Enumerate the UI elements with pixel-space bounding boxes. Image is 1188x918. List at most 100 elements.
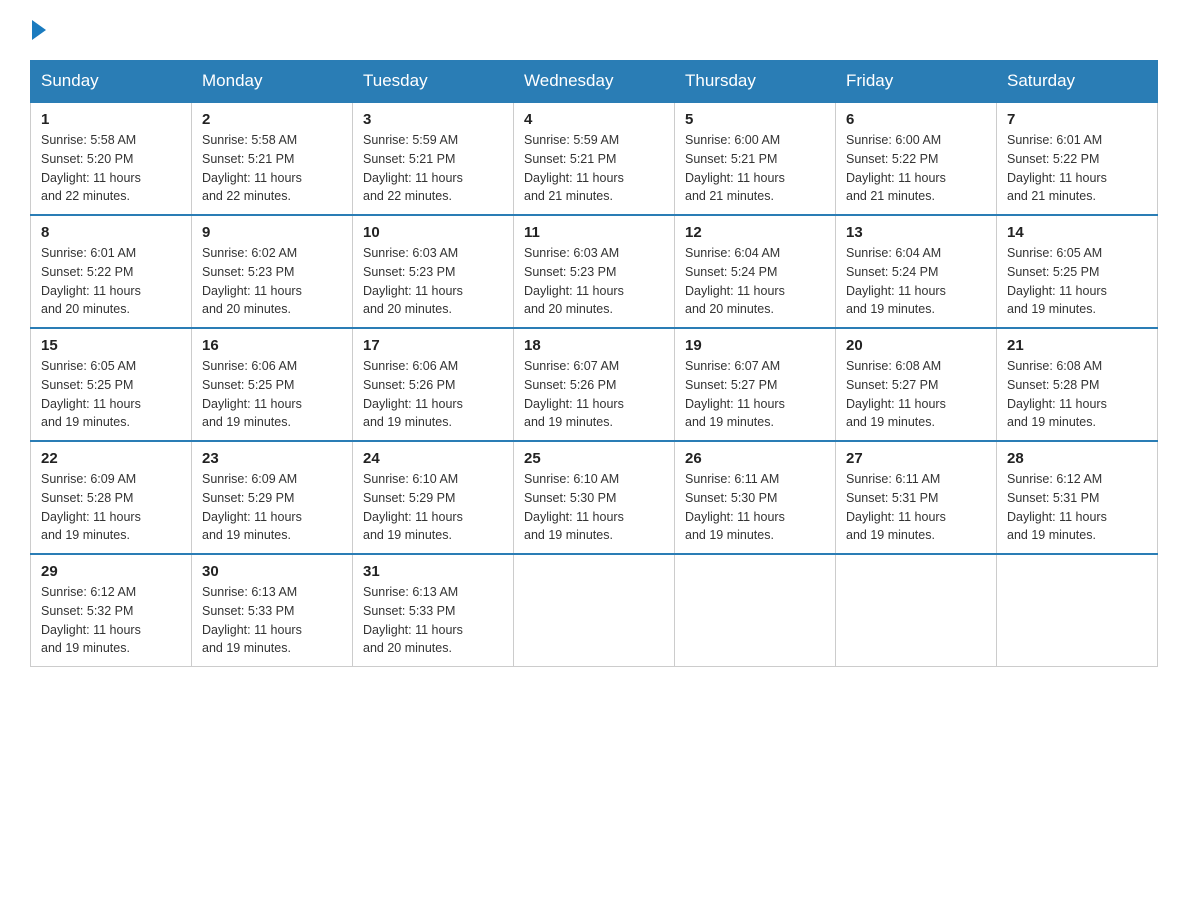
day-number: 16 bbox=[202, 337, 342, 354]
calendar-cell: 9 Sunrise: 6:02 AM Sunset: 5:23 PM Dayli… bbox=[192, 215, 353, 328]
calendar-cell: 1 Sunrise: 5:58 AM Sunset: 5:20 PM Dayli… bbox=[31, 102, 192, 215]
day-number: 10 bbox=[363, 224, 503, 241]
page-header bbox=[30, 20, 1158, 40]
day-number: 23 bbox=[202, 450, 342, 467]
day-info: Sunrise: 6:09 AM Sunset: 5:28 PM Dayligh… bbox=[41, 470, 181, 545]
day-info: Sunrise: 5:58 AM Sunset: 5:21 PM Dayligh… bbox=[202, 131, 342, 206]
day-info: Sunrise: 6:02 AM Sunset: 5:23 PM Dayligh… bbox=[202, 244, 342, 319]
day-number: 30 bbox=[202, 563, 342, 580]
calendar-cell bbox=[836, 554, 997, 667]
day-info: Sunrise: 6:13 AM Sunset: 5:33 PM Dayligh… bbox=[363, 583, 503, 658]
calendar-cell: 16 Sunrise: 6:06 AM Sunset: 5:25 PM Dayl… bbox=[192, 328, 353, 441]
calendar-cell: 8 Sunrise: 6:01 AM Sunset: 5:22 PM Dayli… bbox=[31, 215, 192, 328]
day-number: 11 bbox=[524, 224, 664, 241]
day-info: Sunrise: 6:08 AM Sunset: 5:28 PM Dayligh… bbox=[1007, 357, 1147, 432]
day-number: 12 bbox=[685, 224, 825, 241]
day-info: Sunrise: 6:06 AM Sunset: 5:25 PM Dayligh… bbox=[202, 357, 342, 432]
day-number: 18 bbox=[524, 337, 664, 354]
calendar-week-row: 15 Sunrise: 6:05 AM Sunset: 5:25 PM Dayl… bbox=[31, 328, 1158, 441]
day-info: Sunrise: 6:00 AM Sunset: 5:22 PM Dayligh… bbox=[846, 131, 986, 206]
calendar-header-saturday: Saturday bbox=[997, 61, 1158, 103]
day-info: Sunrise: 6:10 AM Sunset: 5:29 PM Dayligh… bbox=[363, 470, 503, 545]
day-number: 22 bbox=[41, 450, 181, 467]
day-number: 8 bbox=[41, 224, 181, 241]
calendar-cell: 28 Sunrise: 6:12 AM Sunset: 5:31 PM Dayl… bbox=[997, 441, 1158, 554]
day-number: 1 bbox=[41, 111, 181, 128]
day-number: 24 bbox=[363, 450, 503, 467]
calendar-cell: 14 Sunrise: 6:05 AM Sunset: 5:25 PM Dayl… bbox=[997, 215, 1158, 328]
calendar-cell: 27 Sunrise: 6:11 AM Sunset: 5:31 PM Dayl… bbox=[836, 441, 997, 554]
calendar-cell: 23 Sunrise: 6:09 AM Sunset: 5:29 PM Dayl… bbox=[192, 441, 353, 554]
day-number: 27 bbox=[846, 450, 986, 467]
calendar-cell: 6 Sunrise: 6:00 AM Sunset: 5:22 PM Dayli… bbox=[836, 102, 997, 215]
day-number: 17 bbox=[363, 337, 503, 354]
calendar-header-row: SundayMondayTuesdayWednesdayThursdayFrid… bbox=[31, 61, 1158, 103]
day-number: 5 bbox=[685, 111, 825, 128]
calendar-week-row: 29 Sunrise: 6:12 AM Sunset: 5:32 PM Dayl… bbox=[31, 554, 1158, 667]
calendar-cell: 7 Sunrise: 6:01 AM Sunset: 5:22 PM Dayli… bbox=[997, 102, 1158, 215]
day-number: 2 bbox=[202, 111, 342, 128]
day-info: Sunrise: 6:09 AM Sunset: 5:29 PM Dayligh… bbox=[202, 470, 342, 545]
calendar-cell: 19 Sunrise: 6:07 AM Sunset: 5:27 PM Dayl… bbox=[675, 328, 836, 441]
calendar-header-sunday: Sunday bbox=[31, 61, 192, 103]
calendar-cell: 25 Sunrise: 6:10 AM Sunset: 5:30 PM Dayl… bbox=[514, 441, 675, 554]
calendar-table: SundayMondayTuesdayWednesdayThursdayFrid… bbox=[30, 60, 1158, 667]
day-info: Sunrise: 6:05 AM Sunset: 5:25 PM Dayligh… bbox=[41, 357, 181, 432]
calendar-cell: 22 Sunrise: 6:09 AM Sunset: 5:28 PM Dayl… bbox=[31, 441, 192, 554]
day-number: 9 bbox=[202, 224, 342, 241]
day-number: 29 bbox=[41, 563, 181, 580]
calendar-cell: 11 Sunrise: 6:03 AM Sunset: 5:23 PM Dayl… bbox=[514, 215, 675, 328]
day-number: 19 bbox=[685, 337, 825, 354]
calendar-cell bbox=[514, 554, 675, 667]
calendar-cell: 13 Sunrise: 6:04 AM Sunset: 5:24 PM Dayl… bbox=[836, 215, 997, 328]
day-info: Sunrise: 6:11 AM Sunset: 5:30 PM Dayligh… bbox=[685, 470, 825, 545]
day-info: Sunrise: 6:04 AM Sunset: 5:24 PM Dayligh… bbox=[846, 244, 986, 319]
day-number: 21 bbox=[1007, 337, 1147, 354]
calendar-header-monday: Monday bbox=[192, 61, 353, 103]
calendar-header-friday: Friday bbox=[836, 61, 997, 103]
calendar-cell: 17 Sunrise: 6:06 AM Sunset: 5:26 PM Dayl… bbox=[353, 328, 514, 441]
calendar-cell: 31 Sunrise: 6:13 AM Sunset: 5:33 PM Dayl… bbox=[353, 554, 514, 667]
day-number: 3 bbox=[363, 111, 503, 128]
day-info: Sunrise: 6:03 AM Sunset: 5:23 PM Dayligh… bbox=[363, 244, 503, 319]
calendar-header-thursday: Thursday bbox=[675, 61, 836, 103]
day-number: 31 bbox=[363, 563, 503, 580]
day-info: Sunrise: 6:12 AM Sunset: 5:32 PM Dayligh… bbox=[41, 583, 181, 658]
day-number: 6 bbox=[846, 111, 986, 128]
day-info: Sunrise: 5:59 AM Sunset: 5:21 PM Dayligh… bbox=[363, 131, 503, 206]
calendar-week-row: 1 Sunrise: 5:58 AM Sunset: 5:20 PM Dayli… bbox=[31, 102, 1158, 215]
calendar-week-row: 8 Sunrise: 6:01 AM Sunset: 5:22 PM Dayli… bbox=[31, 215, 1158, 328]
day-info: Sunrise: 5:59 AM Sunset: 5:21 PM Dayligh… bbox=[524, 131, 664, 206]
day-number: 28 bbox=[1007, 450, 1147, 467]
day-info: Sunrise: 6:01 AM Sunset: 5:22 PM Dayligh… bbox=[41, 244, 181, 319]
calendar-cell bbox=[997, 554, 1158, 667]
day-number: 13 bbox=[846, 224, 986, 241]
day-number: 4 bbox=[524, 111, 664, 128]
day-number: 7 bbox=[1007, 111, 1147, 128]
calendar-cell: 4 Sunrise: 5:59 AM Sunset: 5:21 PM Dayli… bbox=[514, 102, 675, 215]
calendar-cell: 12 Sunrise: 6:04 AM Sunset: 5:24 PM Dayl… bbox=[675, 215, 836, 328]
day-number: 20 bbox=[846, 337, 986, 354]
day-info: Sunrise: 6:12 AM Sunset: 5:31 PM Dayligh… bbox=[1007, 470, 1147, 545]
calendar-header-tuesday: Tuesday bbox=[353, 61, 514, 103]
calendar-cell: 21 Sunrise: 6:08 AM Sunset: 5:28 PM Dayl… bbox=[997, 328, 1158, 441]
day-number: 26 bbox=[685, 450, 825, 467]
day-info: Sunrise: 6:04 AM Sunset: 5:24 PM Dayligh… bbox=[685, 244, 825, 319]
day-info: Sunrise: 6:11 AM Sunset: 5:31 PM Dayligh… bbox=[846, 470, 986, 545]
day-info: Sunrise: 6:07 AM Sunset: 5:27 PM Dayligh… bbox=[685, 357, 825, 432]
day-info: Sunrise: 6:10 AM Sunset: 5:30 PM Dayligh… bbox=[524, 470, 664, 545]
logo bbox=[30, 20, 46, 40]
day-number: 14 bbox=[1007, 224, 1147, 241]
day-info: Sunrise: 6:05 AM Sunset: 5:25 PM Dayligh… bbox=[1007, 244, 1147, 319]
calendar-cell: 18 Sunrise: 6:07 AM Sunset: 5:26 PM Dayl… bbox=[514, 328, 675, 441]
day-info: Sunrise: 6:03 AM Sunset: 5:23 PM Dayligh… bbox=[524, 244, 664, 319]
day-info: Sunrise: 5:58 AM Sunset: 5:20 PM Dayligh… bbox=[41, 131, 181, 206]
calendar-cell: 15 Sunrise: 6:05 AM Sunset: 5:25 PM Dayl… bbox=[31, 328, 192, 441]
calendar-cell: 2 Sunrise: 5:58 AM Sunset: 5:21 PM Dayli… bbox=[192, 102, 353, 215]
day-info: Sunrise: 6:00 AM Sunset: 5:21 PM Dayligh… bbox=[685, 131, 825, 206]
calendar-cell bbox=[675, 554, 836, 667]
logo-arrow-icon bbox=[32, 20, 46, 40]
calendar-cell: 30 Sunrise: 6:13 AM Sunset: 5:33 PM Dayl… bbox=[192, 554, 353, 667]
day-number: 25 bbox=[524, 450, 664, 467]
calendar-week-row: 22 Sunrise: 6:09 AM Sunset: 5:28 PM Dayl… bbox=[31, 441, 1158, 554]
